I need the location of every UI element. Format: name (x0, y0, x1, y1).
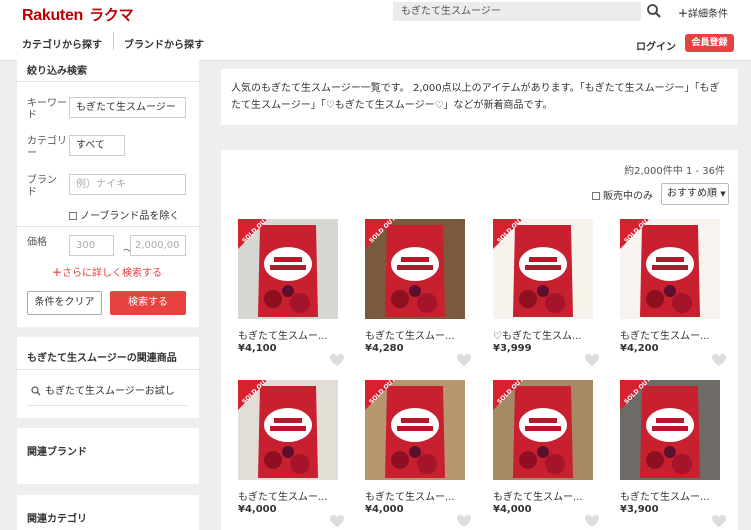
sort-label: おすすめ順 (667, 188, 717, 199)
product-price: ¥3,900 (620, 504, 659, 515)
plus-icon: ＋ (678, 9, 688, 20)
heart-icon[interactable] (330, 354, 344, 367)
related-search-label: もぎたて生スムージーお試し (45, 386, 175, 397)
rakuma-logo[interactable]: Rakuten ラクマ (22, 4, 134, 25)
related-categories-panel: 関連カテゴリ (17, 495, 199, 530)
heart-icon[interactable] (585, 515, 599, 528)
product-name[interactable]: もぎたて生スムー... (365, 327, 475, 342)
product-name[interactable]: もぎたて生スムー... (493, 488, 603, 503)
product-name[interactable]: もぎたて生スムー... (620, 327, 730, 342)
caret-down-icon: ▼ (720, 190, 726, 198)
search-icon (31, 386, 41, 396)
search-input[interactable]: もぎたて生スムージー (393, 2, 641, 21)
product-image[interactable]: SOLD OUT (238, 219, 338, 319)
divider (17, 369, 199, 370)
product-name[interactable]: もぎたて生スムー... (365, 488, 475, 503)
login-link[interactable]: ログイン (636, 38, 676, 53)
product-image[interactable]: SOLD OUT (620, 380, 720, 480)
checkbox-icon (592, 192, 600, 200)
nav-category[interactable]: カテゴリから探す (22, 36, 102, 51)
detail-conditions-label: 詳細条件 (688, 9, 728, 20)
price-min-input[interactable]: 300 (69, 235, 114, 256)
logo-sub: ラクマ (89, 7, 134, 24)
heart-icon[interactable] (457, 515, 471, 528)
no-brand-checkbox[interactable]: ノーブランド品を除く (69, 207, 179, 222)
product-image[interactable]: SOLD OUT (493, 219, 593, 319)
register-button[interactable]: 会員登録 (685, 34, 734, 52)
brand-input[interactable]: 例）ナイキ (69, 174, 186, 195)
product-price: ¥4,280 (365, 343, 404, 354)
related-products-title: もぎたて生スムージーの関連商品 (27, 353, 177, 364)
search-description: 人気のもぎたて生スムージー一覧です。 2,000点以上のアイテムがあります。「も… (221, 69, 738, 125)
more-search-label: さらに詳しく検索する (62, 268, 162, 279)
product-price: ¥4,200 (620, 343, 659, 354)
product-price: ¥4,000 (238, 504, 277, 515)
heart-icon[interactable] (457, 354, 471, 367)
keyword-input[interactable]: もぎたて生スムージー (69, 97, 186, 118)
product-price: ¥3,999 (493, 343, 532, 354)
product-name[interactable]: もぎたて生スムー... (620, 488, 730, 503)
product-name[interactable]: もぎたて生スムー... (238, 327, 348, 342)
product-image[interactable]: SOLD OUT (365, 380, 465, 480)
filter-panel: 絞り込み検索 キーワード もぎたて生スムージー カテゴリー すべて ブランド 例… (17, 59, 199, 327)
no-brand-label: ノーブランド品を除く (80, 211, 180, 222)
product-price: ¥4,000 (493, 504, 532, 515)
clear-conditions-button[interactable]: 条件をクリア (27, 291, 102, 315)
product-image[interactable]: SOLD OUT (493, 380, 593, 480)
divider (17, 81, 199, 82)
category-label: カテゴリー (27, 136, 67, 159)
filter-title: 絞り込み検索 (27, 66, 87, 77)
site-header: Rakuten ラクマ もぎたて生スムージー ＋詳細条件 カテゴリから探す ブラ… (0, 0, 751, 61)
search-button[interactable]: 検索する (110, 291, 186, 315)
nav-brand[interactable]: ブランドから探す (124, 36, 204, 51)
detail-conditions-button[interactable]: ＋詳細条件 (678, 5, 728, 20)
result-count: 約2,000件中 1 - 36件 (624, 166, 725, 177)
logo-main: Rakuten (22, 7, 84, 24)
sort-select[interactable]: おすすめ順 ▼ (661, 183, 729, 205)
product-price: ¥4,100 (238, 343, 277, 354)
price-max-input[interactable]: 2,000,00 (130, 235, 186, 256)
on-sale-label: 販売中のみ (603, 191, 653, 202)
product-image[interactable]: SOLD OUT (620, 219, 720, 319)
search-icon[interactable] (645, 2, 663, 20)
keyword-label: キーワード (27, 98, 67, 121)
product-price: ¥4,000 (365, 504, 404, 515)
heart-icon[interactable] (585, 354, 599, 367)
nav-divider (113, 32, 114, 50)
product-name[interactable]: ♡もぎたて生スム... (493, 327, 603, 342)
heart-icon[interactable] (330, 515, 344, 528)
on-sale-checkbox[interactable]: 販売中のみ (592, 187, 653, 202)
price-label: 価格 (27, 237, 47, 248)
results-panel: 約2,000件中 1 - 36件 販売中のみ おすすめ順 ▼ SOLD OUT も… (221, 150, 738, 530)
checkbox-icon (69, 212, 77, 220)
heart-icon[interactable] (712, 515, 726, 528)
related-brands-title: 関連ブランド (27, 447, 87, 458)
related-brands-panel: 関連ブランド (17, 428, 199, 484)
product-name[interactable]: もぎたて生スムー... (238, 488, 348, 503)
plus-icon: ＋ (52, 268, 62, 279)
related-categories-title: 関連カテゴリ (27, 514, 87, 525)
more-search-link[interactable]: ＋さらに詳しく検索する (52, 264, 162, 279)
divider (17, 226, 199, 227)
heart-icon[interactable] (712, 354, 726, 367)
related-search-link[interactable]: もぎたて生スムージーお試し (27, 382, 187, 406)
product-image[interactable]: SOLD OUT (238, 380, 338, 480)
product-image[interactable]: SOLD OUT (365, 219, 465, 319)
related-products-panel: もぎたて生スムージーの関連商品 もぎたて生スムージーお試し (17, 337, 199, 418)
brand-label: ブランド (27, 175, 57, 198)
category-select[interactable]: すべて (69, 135, 125, 156)
